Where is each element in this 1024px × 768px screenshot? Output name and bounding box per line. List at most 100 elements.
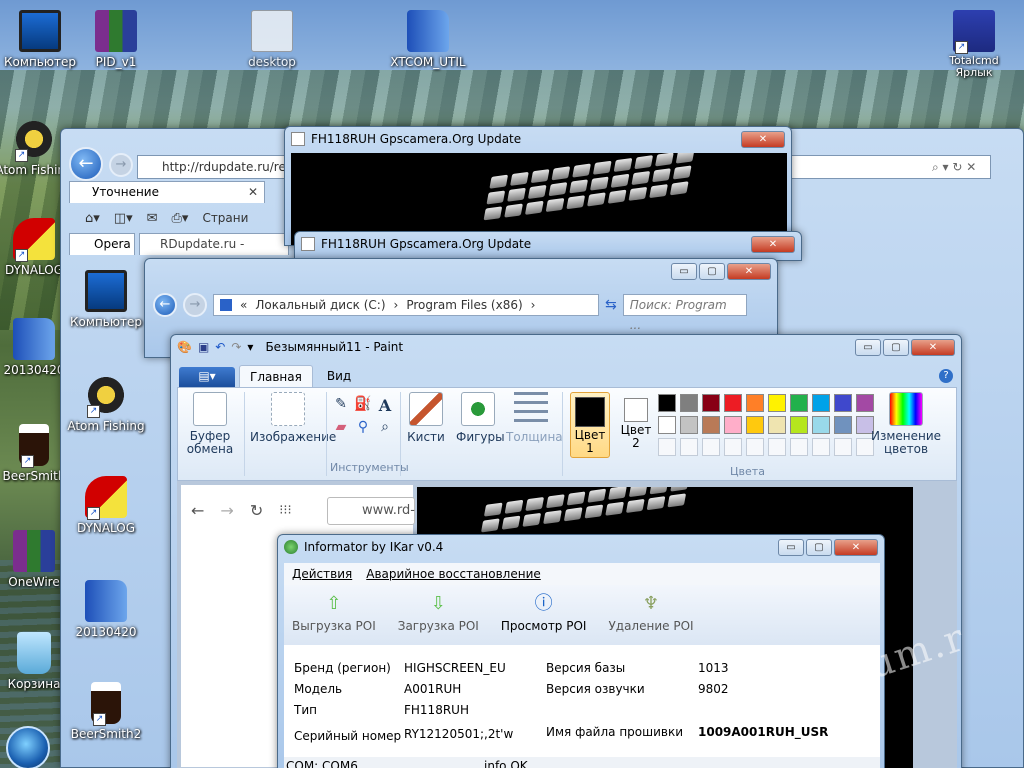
- tab-rdupdate[interactable]: RDupdate.ru - сервис о: [139, 233, 289, 271]
- import-poi-button[interactable]: ⇩ Загрузка POI: [398, 593, 479, 645]
- palette-swatch-empty[interactable]: [790, 438, 808, 456]
- desktop-icon-totalcmd[interactable]: ↗ Totalcmd Ярлык: [934, 10, 1014, 79]
- minimize-button[interactable]: ▭: [778, 538, 804, 556]
- magnifier-icon[interactable]: ⌕: [376, 419, 394, 435]
- home-icon[interactable]: ⌂▾: [85, 211, 100, 226]
- tab-utochnenie[interactable]: Уточнение ✕: [69, 181, 265, 203]
- palette-swatch[interactable]: [680, 394, 698, 412]
- palette-swatch-empty[interactable]: [724, 438, 742, 456]
- apps-grid-icon[interactable]: ⁝⁝⁝: [279, 503, 291, 518]
- palette-swatch-empty[interactable]: [834, 438, 852, 456]
- tab-view[interactable]: Вид: [317, 365, 361, 387]
- tab-home[interactable]: Главная: [239, 365, 313, 387]
- palette-swatch[interactable]: [724, 416, 742, 434]
- palette-swatch[interactable]: [702, 394, 720, 412]
- redo-icon[interactable]: ↷: [231, 340, 241, 354]
- maximize-button[interactable]: ▢: [806, 538, 832, 556]
- palette-swatch-empty[interactable]: [812, 438, 830, 456]
- back-arrow-icon[interactable]: ←: [69, 147, 103, 181]
- palette-swatch[interactable]: [834, 416, 852, 434]
- delete-poi-button[interactable]: ♆ Удаление POI: [608, 593, 693, 645]
- search-input[interactable]: Поиск: Program ...: [622, 294, 747, 332]
- forward-arrow-icon[interactable]: →: [220, 501, 233, 520]
- gps-update-window-1[interactable]: FH118RUH Gpscamera.Org Update ✕: [284, 126, 792, 246]
- menu-emergency-recovery[interactable]: Аварийное восстановление: [366, 563, 541, 585]
- quick-access-dropdown-icon[interactable]: ▾: [247, 340, 253, 354]
- breadcrumb-separator[interactable]: ›: [531, 298, 536, 312]
- palette-swatch[interactable]: [834, 394, 852, 412]
- desktop-icon-beersmith2[interactable]: ↗ BeerSmith2: [66, 682, 146, 741]
- breadcrumb-separator[interactable]: ›: [394, 298, 399, 312]
- desktop-icon-dynalog-2[interactable]: ↗ DYNALOG: [66, 476, 146, 535]
- palette-swatch[interactable]: [790, 394, 808, 412]
- palette-swatch-empty[interactable]: [768, 438, 786, 456]
- feed-icon[interactable]: ◫▾: [114, 211, 133, 226]
- palette-swatch-empty[interactable]: [746, 438, 764, 456]
- reload-icon[interactable]: ↻: [250, 501, 263, 520]
- desktop-icon-xtcom[interactable]: XTCOM_UTIL: [388, 10, 468, 69]
- tab-opera[interactable]: Opera: [69, 233, 135, 255]
- image-group[interactable]: Изображение: [250, 392, 336, 444]
- edit-colors-button[interactable]: Изменение цветов: [870, 392, 942, 456]
- palette-swatch[interactable]: [812, 416, 830, 434]
- clipboard-group[interactable]: Буфер обмена: [182, 392, 238, 456]
- print-icon[interactable]: ⎙▾: [172, 211, 189, 226]
- desktop-icon-desktop[interactable]: desktop: [232, 10, 312, 69]
- close-button[interactable]: ✕: [751, 235, 795, 253]
- palette-swatch[interactable]: [768, 416, 786, 434]
- mail-icon[interactable]: ✉: [147, 211, 158, 226]
- help-icon[interactable]: ?: [939, 369, 953, 383]
- palette-swatch[interactable]: [724, 394, 742, 412]
- desktop-icon-computer[interactable]: Компьютер: [0, 10, 80, 69]
- address-bar-controls[interactable]: ⌕ ▾ ↻ ✕: [791, 155, 991, 179]
- start-button[interactable]: [6, 726, 50, 768]
- palette-swatch[interactable]: [658, 416, 676, 434]
- forward-arrow-icon[interactable]: →: [109, 153, 133, 177]
- color-picker-icon[interactable]: ⚲: [354, 419, 372, 435]
- palette-swatch[interactable]: [790, 416, 808, 434]
- desktop-icon-folder-20130420-2[interactable]: 20130420: [66, 580, 146, 639]
- shapes-group[interactable]: Фигуры: [456, 392, 505, 444]
- back-arrow-icon[interactable]: ←: [191, 501, 204, 520]
- close-button[interactable]: ✕: [727, 262, 771, 280]
- embedded-url-field[interactable]: www.rd-: [327, 497, 415, 525]
- view-poi-button[interactable]: ⓘ Просмотр POI: [501, 593, 587, 645]
- palette-swatch[interactable]: [658, 394, 676, 412]
- palette-swatch[interactable]: [768, 394, 786, 412]
- pencil-icon[interactable]: ✎: [332, 396, 350, 415]
- refresh-icon[interactable]: ⇆: [605, 297, 617, 313]
- maximize-button[interactable]: ▢: [883, 338, 909, 356]
- breadcrumb[interactable]: « Локальный диск (C:) › Program Files (x…: [213, 294, 599, 316]
- informator-window[interactable]: Informator by IKar v0.4 ▭ ▢ ✕ Действия А…: [277, 534, 885, 768]
- palette-swatch-empty[interactable]: [702, 438, 720, 456]
- breadcrumb-program-files[interactable]: Program Files (x86): [406, 298, 522, 312]
- palette-swatch[interactable]: [746, 416, 764, 434]
- text-tool-icon[interactable]: A: [376, 396, 394, 415]
- maximize-button[interactable]: ▢: [699, 262, 725, 280]
- minimize-button[interactable]: ▭: [855, 338, 881, 356]
- desktop-icon-pid[interactable]: PID_v1: [76, 10, 156, 69]
- brushes-group[interactable]: Кисти: [404, 392, 448, 444]
- desktop-icon-computer-2[interactable]: Компьютер: [66, 270, 146, 329]
- address-bar[interactable]: http://rdupdate.ru/rea: [137, 155, 297, 179]
- minimize-button[interactable]: ▭: [671, 262, 697, 280]
- palette-swatch-empty[interactable]: [680, 438, 698, 456]
- color1-button[interactable]: Цвет 1: [570, 392, 610, 458]
- close-button[interactable]: ✕: [741, 130, 785, 148]
- back-arrow-icon[interactable]: ←: [153, 293, 177, 317]
- close-button[interactable]: ✕: [834, 538, 878, 556]
- palette-swatch[interactable]: [746, 394, 764, 412]
- color2-button[interactable]: Цвет 2: [616, 392, 656, 450]
- palette-swatch[interactable]: [702, 416, 720, 434]
- page-menu[interactable]: Страни: [202, 211, 248, 225]
- size-group[interactable]: Толщина: [506, 392, 563, 444]
- forward-arrow-icon[interactable]: →: [183, 293, 207, 317]
- close-button[interactable]: ✕: [911, 338, 955, 356]
- palette-swatch[interactable]: [680, 416, 698, 434]
- gps-update-window-2[interactable]: FH118RUH Gpscamera.Org Update ✕: [294, 231, 802, 261]
- save-icon[interactable]: ▣: [198, 340, 209, 354]
- undo-icon[interactable]: ↶: [215, 340, 225, 354]
- menu-actions[interactable]: Действия: [292, 563, 352, 585]
- breadcrumb-overflow[interactable]: «: [240, 298, 247, 312]
- eraser-icon[interactable]: ▰: [332, 419, 350, 435]
